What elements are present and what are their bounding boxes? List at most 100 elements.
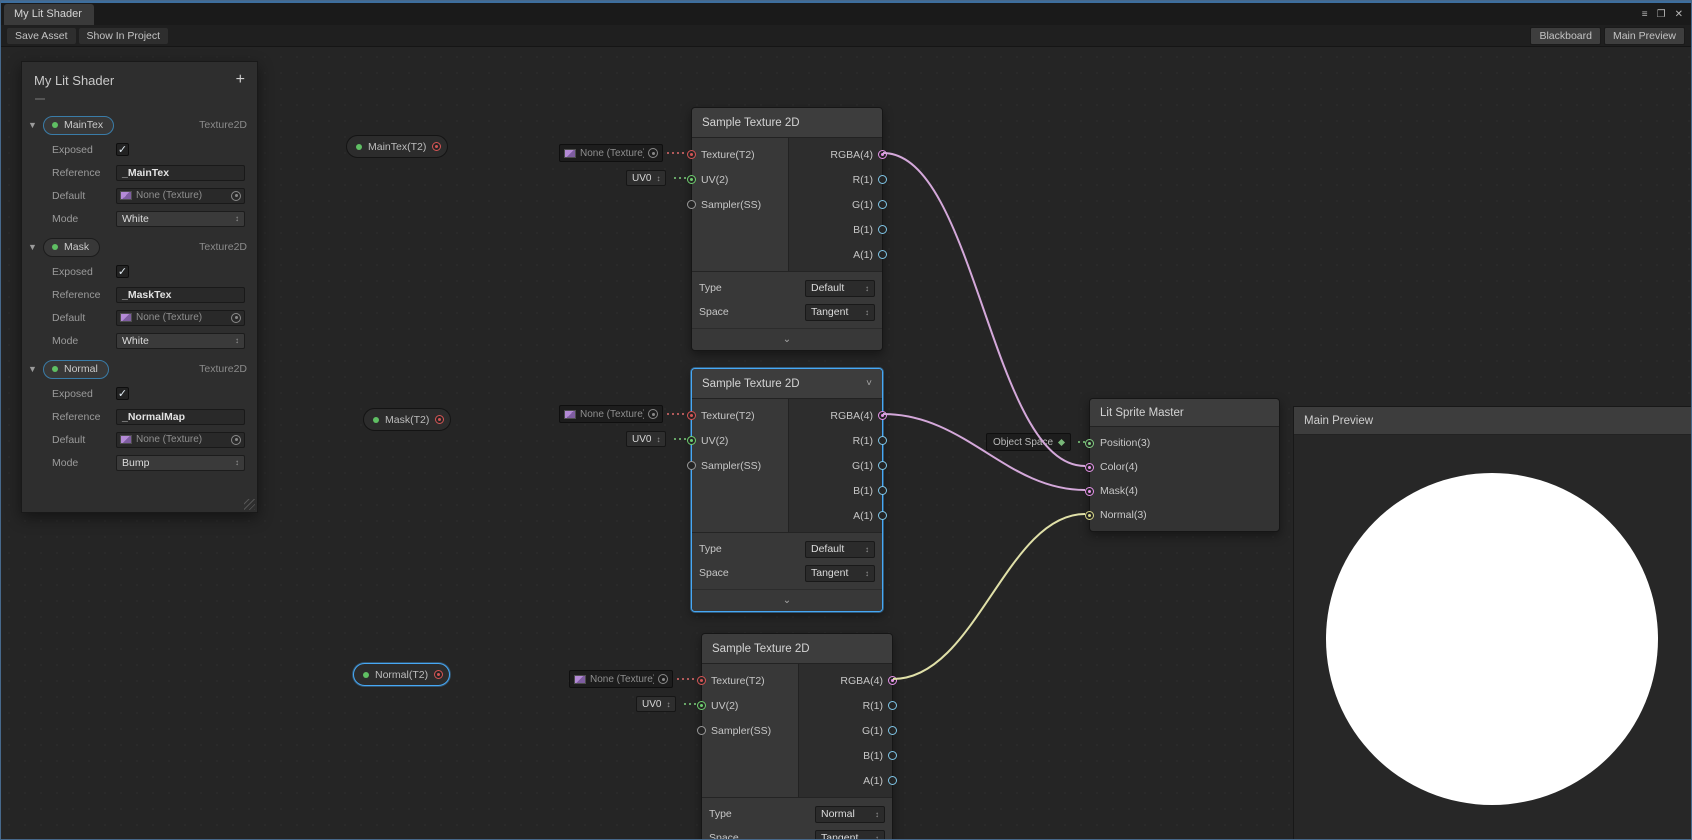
a-output-port[interactable] (878, 250, 887, 259)
uv-input-port[interactable] (687, 436, 696, 445)
edge-rgba2-to-mask[interactable] (883, 414, 1085, 490)
default-object-field[interactable]: None (Texture) (116, 310, 245, 326)
normal-input-port[interactable] (1085, 511, 1094, 520)
rgba-output-port[interactable] (888, 676, 897, 685)
texture-default-slot[interactable]: None (Texture) (569, 670, 673, 688)
menu-icon[interactable]: ≡ (1642, 10, 1648, 20)
chevron-down-icon[interactable]: ▼ (27, 120, 38, 130)
chevron-down-icon[interactable]: ˅ (866, 378, 872, 389)
sample-texture-2d-node-1[interactable]: Sample Texture 2D Texture(T2) UV(2) Samp… (691, 107, 883, 351)
property-node-maintex[interactable]: MainTex(T2) (346, 135, 448, 158)
blackboard-toggle-button[interactable]: Blackboard (1530, 27, 1601, 45)
node-header[interactable]: Lit Sprite Master (1090, 399, 1279, 427)
uv-channel-dropdown[interactable]: UV0 ↕ (636, 696, 676, 712)
object-picker-icon[interactable] (648, 409, 658, 419)
uv-channel-dropdown[interactable]: UV0 ↕ (626, 170, 666, 186)
texture-output-port[interactable] (434, 670, 443, 679)
default-object-field[interactable]: None (Texture) (116, 432, 245, 448)
collapse-chevron-icon[interactable]: ⌄ (692, 328, 882, 350)
position-input-port[interactable] (1085, 439, 1094, 448)
texture-input-port[interactable] (687, 411, 696, 420)
r-output-port[interactable] (878, 175, 887, 184)
type-dropdown[interactable]: Normal ↕ (815, 806, 885, 823)
property-node-normal[interactable]: Normal(T2) (353, 663, 450, 686)
color-input-port[interactable] (1085, 463, 1094, 472)
sampler-input-port[interactable] (687, 461, 696, 470)
object-picker-icon[interactable] (658, 674, 668, 684)
node-header[interactable]: Sample Texture 2D ˅ (692, 369, 882, 399)
r-output-port[interactable] (888, 701, 897, 710)
type-dropdown[interactable]: Default ↕ (805, 280, 875, 297)
sampler-input-port[interactable] (687, 200, 696, 209)
property-pill-mask[interactable]: Mask (43, 238, 100, 257)
object-picker-icon[interactable] (231, 313, 241, 323)
object-picker-icon[interactable] (231, 191, 241, 201)
resize-grip[interactable] (244, 499, 255, 510)
maximize-icon[interactable]: ❐ (1657, 10, 1666, 20)
exposed-checkbox[interactable] (116, 387, 129, 400)
default-object-field[interactable]: None (Texture) (116, 188, 245, 204)
texture-default-slot[interactable]: None (Texture) (559, 405, 663, 423)
mode-dropdown[interactable]: White ↕ (116, 211, 245, 227)
position-default-slot[interactable]: Object Space (986, 433, 1071, 451)
mask-input-port[interactable] (1085, 487, 1094, 496)
edge-rgba1-to-color[interactable] (883, 153, 1085, 466)
property-pill-maintex[interactable]: MainTex (43, 116, 114, 135)
sampler-input-port[interactable] (697, 726, 706, 735)
rgba-output-port[interactable] (878, 411, 887, 420)
texture-default-slot[interactable]: None (Texture) (559, 144, 663, 162)
property-row-mask[interactable]: ▼ Mask Texture2D (22, 234, 257, 260)
save-asset-button[interactable]: Save Asset (7, 28, 76, 44)
close-icon[interactable]: ✕ (1675, 10, 1683, 20)
a-output-port[interactable] (878, 511, 887, 520)
a-output-port[interactable] (888, 776, 897, 785)
space-dropdown[interactable]: Tangent ↕ (815, 830, 885, 840)
property-node-mask[interactable]: Mask(T2) (363, 408, 451, 431)
exposed-checkbox[interactable] (116, 143, 129, 156)
object-picker-icon[interactable] (231, 435, 241, 445)
texture-input-port[interactable] (697, 676, 706, 685)
sample-texture-2d-node-3[interactable]: Sample Texture 2D Texture(T2) UV(2) Samp… (701, 633, 893, 840)
type-dropdown[interactable]: Default ↕ (805, 541, 875, 558)
r-output-port[interactable] (878, 436, 887, 445)
texture-input-port[interactable] (687, 150, 696, 159)
space-dropdown[interactable]: Tangent ↕ (805, 565, 875, 582)
chevron-down-icon[interactable]: ▼ (27, 364, 38, 374)
show-in-project-button[interactable]: Show In Project (79, 28, 169, 44)
texture-output-port[interactable] (432, 142, 441, 151)
reference-field[interactable]: _NormalMap (116, 409, 245, 425)
uv-input-port[interactable] (697, 701, 706, 710)
b-output-port[interactable] (878, 486, 887, 495)
mode-dropdown[interactable]: Bump ↕ (116, 455, 245, 471)
main-preview-panel[interactable]: Main Preview (1293, 406, 1692, 840)
exposed-checkbox[interactable] (116, 265, 129, 278)
g-output-port[interactable] (878, 200, 887, 209)
uv-input-port[interactable] (687, 175, 696, 184)
b-output-port[interactable] (888, 751, 897, 760)
object-picker-icon[interactable] (648, 148, 658, 158)
uv-channel-dropdown[interactable]: UV0 ↕ (626, 431, 666, 447)
window-tab[interactable]: My Lit Shader (4, 4, 94, 25)
mode-dropdown[interactable]: White ↕ (116, 333, 245, 349)
chevron-down-icon[interactable]: ▼ (27, 242, 38, 252)
main-preview-toggle-button[interactable]: Main Preview (1604, 27, 1685, 45)
collapse-chevron-icon[interactable]: ⌄ (692, 589, 882, 611)
space-dropdown[interactable]: Tangent ↕ (805, 304, 875, 321)
add-property-button[interactable]: + (236, 73, 245, 87)
lit-sprite-master-node[interactable]: Lit Sprite Master Position(3) Color(4) M… (1089, 398, 1280, 532)
property-pill-normal[interactable]: Normal (43, 360, 109, 379)
node-header[interactable]: Sample Texture 2D (702, 634, 892, 664)
reference-field[interactable]: _MainTex (116, 165, 245, 181)
reference-field[interactable]: _MaskTex (116, 287, 245, 303)
blackboard-panel[interactable]: My Lit Shader + ▼ MainTex Texture2D Expo… (21, 61, 258, 513)
property-row-normal[interactable]: ▼ Normal Texture2D (22, 356, 257, 382)
property-row-maintex[interactable]: ▼ MainTex Texture2D (22, 112, 257, 138)
texture-output-port[interactable] (435, 415, 444, 424)
g-output-port[interactable] (888, 726, 897, 735)
node-header[interactable]: Sample Texture 2D (692, 108, 882, 138)
g-output-port[interactable] (878, 461, 887, 470)
sample-texture-2d-node-2[interactable]: Sample Texture 2D ˅ Texture(T2) UV(2) Sa… (691, 368, 883, 612)
b-output-port[interactable] (878, 225, 887, 234)
edge-rgba3-to-normal[interactable] (893, 514, 1085, 679)
rgba-output-port[interactable] (878, 150, 887, 159)
